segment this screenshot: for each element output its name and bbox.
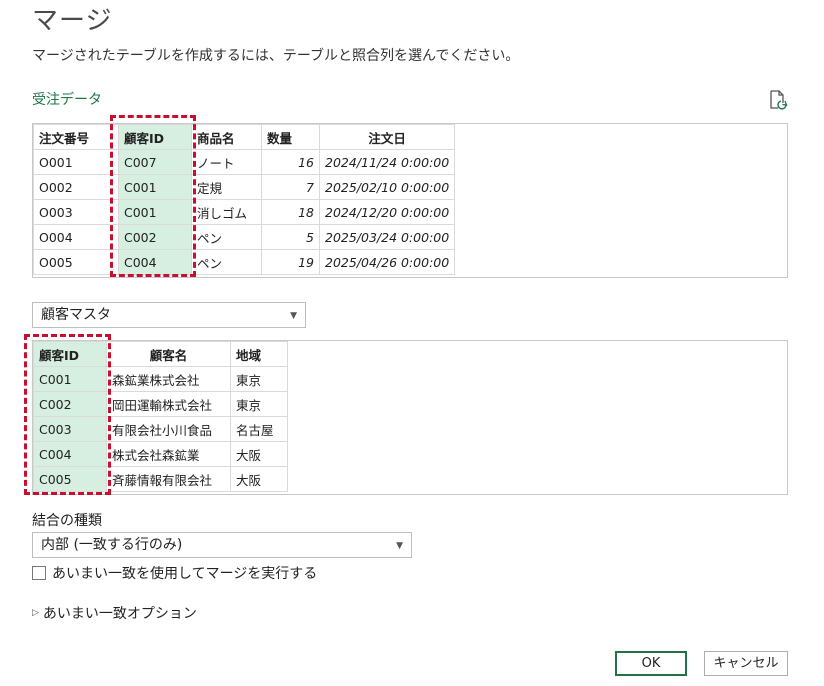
table-row: O003 C001 消しゴム 18 2024/12/20 0:00:00 [33, 199, 456, 225]
table-cell: ペン [191, 249, 262, 275]
table-cell[interactable]: C003 [33, 416, 107, 442]
table1-grid: 注文番号 顧客ID 商品名 数量 注文日 O001 C007 ノート 16 20… [33, 124, 456, 275]
table-row: O005 C004 ペン 19 2025/04/26 0:00:00 [33, 249, 456, 275]
fuzzy-match-option[interactable]: あいまい一致を使用してマージを実行する [32, 563, 317, 583]
table-cell[interactable]: C002 [33, 391, 107, 417]
table-cell: 2025/04/26 0:00:00 [318, 249, 456, 275]
table2-col-header-selected[interactable]: 顧客ID [33, 341, 107, 367]
table1-col-header[interactable]: 注文番号 [33, 124, 119, 150]
fuzzy-options-label[interactable]: あいまい一致オプション [43, 603, 197, 623]
table1-preview: 注文番号 顧客ID 商品名 数量 注文日 O001 C007 ノート 16 20… [32, 123, 788, 278]
table-cell: 名古屋 [230, 416, 288, 442]
table-cell: 16 [261, 149, 320, 175]
table1-header-row: 注文番号 顧客ID 商品名 数量 注文日 [33, 124, 456, 150]
table-cell[interactable]: C004 [118, 249, 192, 275]
table1-col-header[interactable]: 商品名 [191, 124, 262, 150]
table-cell[interactable]: C002 [118, 224, 192, 250]
join-kind-label: 結合の種類 [32, 513, 102, 529]
table-row: C005 斉藤情報有限会社 大阪 [33, 466, 288, 492]
ok-button[interactable]: OK [615, 651, 687, 676]
table1-col-header[interactable]: 数量 [261, 124, 320, 150]
table-cell: 定規 [191, 174, 262, 200]
table1-name: 受注データ [32, 92, 102, 108]
table-cell: 2024/12/20 0:00:00 [318, 199, 456, 225]
table1-col-header[interactable]: 注文日 [318, 124, 456, 150]
fuzzy-options-expander[interactable]: ▷ あいまい一致オプション [32, 603, 197, 623]
table-cell: ノート [191, 149, 262, 175]
table-cell[interactable]: C007 [118, 149, 192, 175]
join-kind-value: 内部 (一致する行のみ) [41, 537, 183, 553]
table-row: C001 森鉱業株式会社 東京 [33, 366, 288, 392]
table-cell: 東京 [230, 391, 288, 417]
table2-col-header[interactable]: 顧客名 [106, 341, 231, 367]
table-cell: 森鉱業株式会社 [106, 366, 231, 392]
table-cell: 斉藤情報有限会社 [106, 466, 231, 492]
dialog-title: マージ [32, 6, 113, 36]
table-row: C003 有限会社小川食品 名古屋 [33, 416, 288, 442]
chevron-down-icon: ▼ [396, 541, 403, 551]
table-cell: 2025/03/24 0:00:00 [318, 224, 456, 250]
table2-preview: 顧客ID 顧客名 地域 C001 森鉱業株式会社 東京 C002 岡田運輸株式会… [32, 340, 788, 495]
table2-select[interactable]: 顧客マスタ ▼ [32, 302, 306, 328]
table-cell: 株式会社森鉱業 [106, 441, 231, 467]
table-cell[interactable]: C001 [118, 174, 192, 200]
table-cell: 2024/11/24 0:00:00 [318, 149, 456, 175]
table-cell: 大阪 [230, 466, 288, 492]
table-cell: 東京 [230, 366, 288, 392]
fuzzy-match-checkbox[interactable] [32, 566, 46, 580]
table-row: O004 C002 ペン 5 2025/03/24 0:00:00 [33, 224, 456, 250]
table-cell: O002 [33, 174, 119, 200]
fuzzy-match-label[interactable]: あいまい一致を使用してマージを実行する [52, 563, 317, 583]
table-cell: 5 [261, 224, 320, 250]
table-row: C004 株式会社森鉱業 大阪 [33, 441, 288, 467]
table-cell: 19 [261, 249, 320, 275]
chevron-right-icon[interactable]: ▷ [32, 608, 39, 618]
table-cell: 有限会社小川食品 [106, 416, 231, 442]
table-row: C002 岡田運輸株式会社 東京 [33, 391, 288, 417]
table-cell: ペン [191, 224, 262, 250]
refresh-preview-icon[interactable] [767, 89, 789, 111]
table-cell: O001 [33, 149, 119, 175]
table-cell: 2025/02/10 0:00:00 [318, 174, 456, 200]
join-kind-select[interactable]: 内部 (一致する行のみ) ▼ [32, 532, 412, 558]
table-cell[interactable]: C001 [118, 199, 192, 225]
table-row: O002 C001 定規 7 2025/02/10 0:00:00 [33, 174, 456, 200]
table-cell: O003 [33, 199, 119, 225]
table2-select-value: 顧客マスタ [41, 307, 111, 323]
table1-col-header-selected[interactable]: 顧客ID [118, 124, 192, 150]
chevron-down-icon: ▼ [290, 311, 297, 321]
table-cell: O005 [33, 249, 119, 275]
table-cell: 18 [261, 199, 320, 225]
table-cell: O004 [33, 224, 119, 250]
table-cell: 消しゴム [191, 199, 262, 225]
table-cell[interactable]: C001 [33, 366, 107, 392]
table-cell[interactable]: C005 [33, 466, 107, 492]
table-cell: 大阪 [230, 441, 288, 467]
table-cell[interactable]: C004 [33, 441, 107, 467]
table2-header-row: 顧客ID 顧客名 地域 [33, 341, 288, 367]
table2-col-header[interactable]: 地域 [230, 341, 288, 367]
table2-grid: 顧客ID 顧客名 地域 C001 森鉱業株式会社 東京 C002 岡田運輸株式会… [33, 341, 288, 492]
table-cell: 岡田運輸株式会社 [106, 391, 231, 417]
cancel-button[interactable]: キャンセル [704, 651, 788, 676]
table-row: O001 C007 ノート 16 2024/11/24 0:00:00 [33, 149, 456, 175]
table-cell: 7 [261, 174, 320, 200]
dialog-description: マージされたテーブルを作成するには、テーブルと照合列を選んでください。 [32, 48, 520, 64]
